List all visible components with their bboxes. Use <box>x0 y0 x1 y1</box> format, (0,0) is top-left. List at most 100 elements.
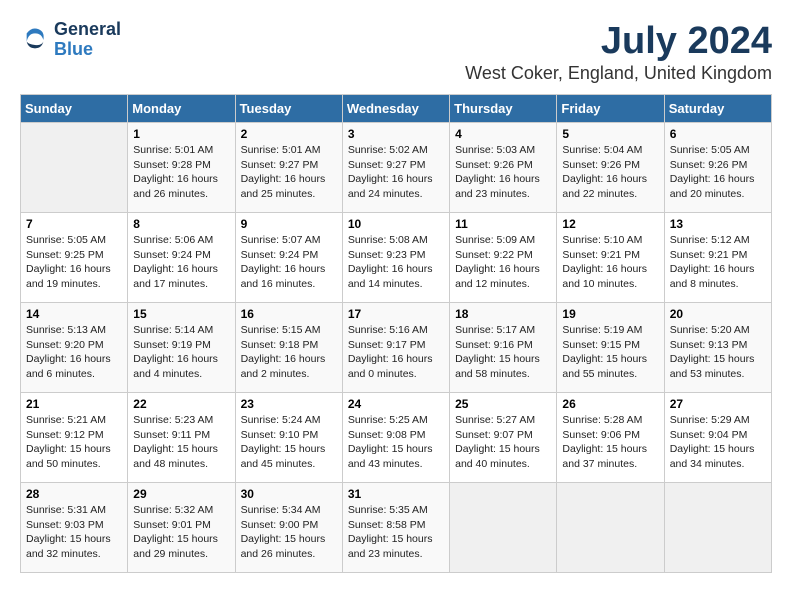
day-info: Sunrise: 5:14 AMSunset: 9:19 PMDaylight:… <box>133 323 229 382</box>
day-number: 28 <box>26 487 122 501</box>
day-number: 14 <box>26 307 122 321</box>
calendar-week-2: 7 Sunrise: 5:05 AMSunset: 9:25 PMDaylight… <box>21 213 772 303</box>
day-info: Sunrise: 5:08 AMSunset: 9:23 PMDaylight:… <box>348 233 444 292</box>
calendar-cell: 12 Sunrise: 5:10 AMSunset: 9:21 PMDayligh… <box>557 213 664 303</box>
day-number: 6 <box>670 127 766 141</box>
day-info: Sunrise: 5:09 AMSunset: 9:22 PMDaylight:… <box>455 233 551 292</box>
day-number: 8 <box>133 217 229 231</box>
day-info: Sunrise: 5:27 AMSunset: 9:07 PMDaylight:… <box>455 413 551 472</box>
day-number: 29 <box>133 487 229 501</box>
calendar-cell: 31 Sunrise: 5:35 AMSunset: 8:58 PMDayligh… <box>342 483 449 573</box>
calendar-cell: 30Sunrise: 5:34 AMSunset: 9:00 PMDayligh… <box>235 483 342 573</box>
logo-text-block: General Blue <box>54 20 121 60</box>
header-thursday: Thursday <box>450 95 557 123</box>
calendar-cell: 27 Sunrise: 5:29 AMSunset: 9:04 PMDayligh… <box>664 393 771 483</box>
calendar-cell: 1 Sunrise: 5:01 AMSunset: 9:28 PMDaylight… <box>128 123 235 213</box>
calendar-cell: 17 Sunrise: 5:16 AMSunset: 9:17 PMDayligh… <box>342 303 449 393</box>
page-subtitle: West Coker, England, United Kingdom <box>465 63 772 84</box>
calendar-body: 1 Sunrise: 5:01 AMSunset: 9:28 PMDaylight… <box>21 123 772 573</box>
day-number: 21 <box>26 397 122 411</box>
day-number: 4 <box>455 127 551 141</box>
day-number: 27 <box>670 397 766 411</box>
day-number: 20 <box>670 307 766 321</box>
calendar-cell: 4 Sunrise: 5:03 AMSunset: 9:26 PMDaylight… <box>450 123 557 213</box>
calendar-week-4: 21 Sunrise: 5:21 AMSunset: 9:12 PMDayligh… <box>21 393 772 483</box>
calendar-cell: 15 Sunrise: 5:14 AMSunset: 9:19 PMDayligh… <box>128 303 235 393</box>
day-info: Sunrise: 5:21 AMSunset: 9:12 PMDaylight:… <box>26 413 122 472</box>
day-info: Sunrise: 5:24 AMSunset: 9:10 PMDaylight:… <box>241 413 337 472</box>
calendar-cell: 26 Sunrise: 5:28 AMSunset: 9:06 PMDayligh… <box>557 393 664 483</box>
calendar-header: Sunday Monday Tuesday Wednesday Thursday… <box>21 95 772 123</box>
day-number: 3 <box>348 127 444 141</box>
day-number: 16 <box>241 307 337 321</box>
calendar-cell: 23 Sunrise: 5:24 AMSunset: 9:10 PMDayligh… <box>235 393 342 483</box>
calendar-cell: 8Sunrise: 5:06 AMSunset: 9:24 PMDaylight… <box>128 213 235 303</box>
day-number: 7 <box>26 217 122 231</box>
day-info: Sunrise: 5:32 AMSunset: 9:01 PMDaylight:… <box>133 503 229 562</box>
day-number: 13 <box>670 217 766 231</box>
day-info: Sunrise: 5:15 AMSunset: 9:18 PMDaylight:… <box>241 323 337 382</box>
logo: General Blue <box>20 20 121 60</box>
day-info: Sunrise: 5:05 AMSunset: 9:25 PMDaylight:… <box>26 233 122 292</box>
day-info: Sunrise: 5:17 AMSunset: 9:16 PMDaylight:… <box>455 323 551 382</box>
day-info: Sunrise: 5:13 AMSunset: 9:20 PMDaylight:… <box>26 323 122 382</box>
logo-line1: General <box>54 20 121 40</box>
day-info: Sunrise: 5:35 AMSunset: 8:58 PMDaylight:… <box>348 503 444 562</box>
day-info: Sunrise: 5:10 AMSunset: 9:21 PMDaylight:… <box>562 233 658 292</box>
day-number: 19 <box>562 307 658 321</box>
header-row: Sunday Monday Tuesday Wednesday Thursday… <box>21 95 772 123</box>
calendar-cell <box>21 123 128 213</box>
calendar-cell: 29 Sunrise: 5:32 AMSunset: 9:01 PMDayligh… <box>128 483 235 573</box>
calendar-cell: 25Sunrise: 5:27 AMSunset: 9:07 PMDayligh… <box>450 393 557 483</box>
calendar-table: Sunday Monday Tuesday Wednesday Thursday… <box>20 94 772 573</box>
calendar-cell <box>664 483 771 573</box>
title-section: July 2024 West Coker, England, United Ki… <box>465 20 772 84</box>
day-info: Sunrise: 5:12 AMSunset: 9:21 PMDaylight:… <box>670 233 766 292</box>
calendar-cell: 11 Sunrise: 5:09 AMSunset: 9:22 PMDayligh… <box>450 213 557 303</box>
day-info: Sunrise: 5:07 AMSunset: 9:24 PMDaylight:… <box>241 233 337 292</box>
calendar-cell <box>557 483 664 573</box>
day-info: Sunrise: 5:31 AMSunset: 9:03 PMDaylight:… <box>26 503 122 562</box>
header-sunday: Sunday <box>21 95 128 123</box>
calendar-cell: 20 Sunrise: 5:20 AMSunset: 9:13 PMDayligh… <box>664 303 771 393</box>
day-info: Sunrise: 5:05 AMSunset: 9:26 PMDaylight:… <box>670 143 766 202</box>
day-info: Sunrise: 5:25 AMSunset: 9:08 PMDaylight:… <box>348 413 444 472</box>
page-header: General Blue July 2024 West Coker, Engla… <box>20 20 772 84</box>
calendar-cell: 13 Sunrise: 5:12 AMSunset: 9:21 PMDayligh… <box>664 213 771 303</box>
day-info: Sunrise: 5:28 AMSunset: 9:06 PMDaylight:… <box>562 413 658 472</box>
logo-icon <box>20 25 50 55</box>
header-wednesday: Wednesday <box>342 95 449 123</box>
day-number: 12 <box>562 217 658 231</box>
day-number: 11 <box>455 217 551 231</box>
day-info: Sunrise: 5:16 AMSunset: 9:17 PMDaylight:… <box>348 323 444 382</box>
day-number: 17 <box>348 307 444 321</box>
day-number: 5 <box>562 127 658 141</box>
calendar-cell: 10 Sunrise: 5:08 AMSunset: 9:23 PMDayligh… <box>342 213 449 303</box>
day-number: 23 <box>241 397 337 411</box>
day-number: 31 <box>348 487 444 501</box>
day-info: Sunrise: 5:03 AMSunset: 9:26 PMDaylight:… <box>455 143 551 202</box>
calendar-week-1: 1 Sunrise: 5:01 AMSunset: 9:28 PMDaylight… <box>21 123 772 213</box>
calendar-cell: 24 Sunrise: 5:25 AMSunset: 9:08 PMDayligh… <box>342 393 449 483</box>
calendar-cell: 28 Sunrise: 5:31 AMSunset: 9:03 PMDayligh… <box>21 483 128 573</box>
calendar-cell: 22Sunrise: 5:23 AMSunset: 9:11 PMDayligh… <box>128 393 235 483</box>
day-info: Sunrise: 5:01 AMSunset: 9:28 PMDaylight:… <box>133 143 229 202</box>
calendar-week-3: 14 Sunrise: 5:13 AMSunset: 9:20 PMDayligh… <box>21 303 772 393</box>
day-number: 15 <box>133 307 229 321</box>
day-number: 1 <box>133 127 229 141</box>
day-info: Sunrise: 5:04 AMSunset: 9:26 PMDaylight:… <box>562 143 658 202</box>
day-number: 30 <box>241 487 337 501</box>
day-number: 22 <box>133 397 229 411</box>
calendar-cell: 18Sunrise: 5:17 AMSunset: 9:16 PMDayligh… <box>450 303 557 393</box>
day-number: 26 <box>562 397 658 411</box>
page-title: July 2024 <box>465 20 772 63</box>
day-number: 10 <box>348 217 444 231</box>
calendar-cell <box>450 483 557 573</box>
calendar-cell: 16 Sunrise: 5:15 AMSunset: 9:18 PMDayligh… <box>235 303 342 393</box>
day-number: 24 <box>348 397 444 411</box>
calendar-cell: 3Sunrise: 5:02 AMSunset: 9:27 PMDaylight… <box>342 123 449 213</box>
header-saturday: Saturday <box>664 95 771 123</box>
calendar-week-5: 28 Sunrise: 5:31 AMSunset: 9:03 PMDayligh… <box>21 483 772 573</box>
day-info: Sunrise: 5:20 AMSunset: 9:13 PMDaylight:… <box>670 323 766 382</box>
day-info: Sunrise: 5:29 AMSunset: 9:04 PMDaylight:… <box>670 413 766 472</box>
